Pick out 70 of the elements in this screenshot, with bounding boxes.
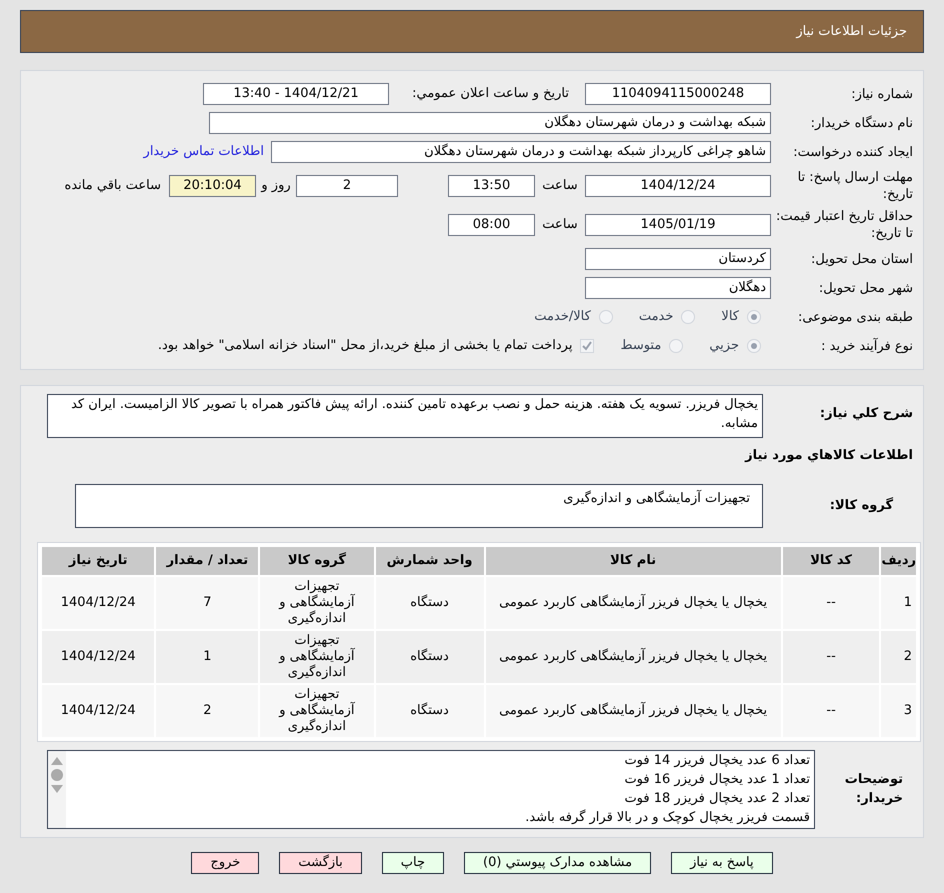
field-label: روز و [260, 177, 292, 196]
radio-button[interactable] [747, 339, 761, 353]
field-label: ساعت [541, 177, 579, 196]
column-header: کد کالا [782, 546, 880, 576]
text-field[interactable]: 08:00 [448, 214, 535, 236]
radio-label: کالا/خدمت [534, 308, 591, 326]
table-cell: 1404/12/24 [41, 684, 156, 738]
text-field[interactable]: شبکه بهداشت و درمان شهرستان دهگلان [209, 112, 771, 134]
field-label: نام دستگاه خريدار: [810, 114, 913, 132]
text-field[interactable]: شاهو چراغی کارپرداز شبکه بهداشت و درمان شهرستان دهگلان [271, 141, 771, 163]
field-label: شهر محل تحويل: [818, 280, 913, 296]
action-button[interactable]: چاپ [382, 852, 444, 874]
radio-label: خدمت [638, 308, 674, 326]
radio-label: متوسط [620, 337, 662, 356]
section-heading: اطلاعات کالاهاي مورد نياز [744, 447, 913, 465]
section-label: گروه کالا: [828, 496, 894, 515]
notes-textarea[interactable]: تعداد 6 عدد يخچال فريزر 14 فوت تعداد 1 عدد يخچال فريزر 16 فوت تعداد 2 عدد يخچال فريزر 18 فوت قسمت فريزر يخچال کوچک و در بالا قرار گرفه باشد. [47, 750, 815, 828]
section-label: توضيحات خريدار: [844, 771, 904, 808]
table-cell: -- [782, 684, 880, 738]
column-header: واحد شمارش [374, 546, 485, 576]
column-header: تاريخ نياز [41, 546, 156, 576]
radio-button[interactable] [681, 310, 696, 324]
table-cell: يخچال يا يخچال فريزر آزمايشگاهی کاربرد عمومی [484, 684, 782, 738]
text-field[interactable]: 1405/01/19 [585, 214, 771, 236]
goods-group-textarea[interactable]: تجهيزات آزمايشگاهی و اندازه‌گيری [75, 484, 763, 528]
checkbox[interactable] [580, 339, 594, 353]
table-cell: 2 [155, 684, 260, 738]
column-header: نام کالا [484, 546, 782, 576]
field-label: ايجاد کننده درخواست: [792, 144, 913, 160]
page-title: جزئيات اطلاعات نياز [796, 22, 907, 41]
text-field[interactable]: دهگلان [585, 277, 771, 299]
field-label: استان محل تحويل: [810, 250, 913, 268]
notes-text: تعداد 6 عدد يخچال فريزر 14 فوت تعداد 1 عدد يخچال فريزر 16 فوت تعداد 2 عدد يخچال فريزر 18 فوت قسمت فريزر يخچال کوچک و در بالا قرار گرفه باشد. [524, 752, 811, 826]
column-header: رديف [880, 546, 917, 576]
table-cell: 1 [880, 576, 917, 630]
scrollbar-icon[interactable] [48, 750, 66, 828]
field-label: شماره نياز: [850, 86, 913, 102]
radio-button[interactable] [747, 310, 761, 324]
table-cell: تجهيزات آزمايشگاهی و اندازه‌گيری [259, 684, 374, 738]
field-label: ساعت [541, 216, 579, 234]
text-field[interactable]: کردستان [585, 248, 771, 270]
text-field[interactable]: 1404/12/24 [585, 175, 771, 197]
field-label: نوع فرآيند خريد : [820, 338, 913, 354]
contact-link[interactable]: اطلاعات تماس خريدار [144, 142, 264, 162]
section-label: شرح کلي نياز: [818, 405, 913, 423]
radio-label: کالا [721, 308, 739, 326]
column-header: گروه کالا [259, 546, 374, 576]
field-label: حداقل تاريخ اعتبار قيمت: تا تاريخ: [774, 208, 913, 242]
field-label: ساعت باقي مانده [64, 177, 161, 196]
action-button[interactable]: مشاهده مدارک پيوستي (0) [464, 852, 652, 874]
radio-button[interactable] [598, 310, 613, 324]
text-field[interactable]: 2 [296, 175, 398, 197]
radio-label: جزيي [709, 337, 739, 356]
countdown-field[interactable]: 20:10:04 [169, 175, 256, 197]
description-textarea[interactable]: يخچال فريزر. تسويه يک هفته. هزينه حمل و نصب برعهده تامين کننده. ارائه پيش فاکتور همراه با تصوير کالا الزاميست. ايران کد مشابه. [47, 394, 763, 438]
action-button[interactable]: خروج [191, 852, 260, 874]
table-cell: 3 [880, 684, 917, 738]
text-field[interactable]: 1404/12/21 - 13:40 [203, 83, 389, 105]
radio-button[interactable] [669, 339, 684, 353]
text-field[interactable]: 13:50 [448, 175, 535, 197]
field-label: طبقه بندی موضوعی: [796, 308, 913, 326]
table-cell: دستگاه [374, 684, 485, 738]
action-button[interactable]: پاسخ به نياز [671, 852, 773, 874]
field-label: مهلت ارسال پاسخ: تا تاريخ: [796, 169, 913, 203]
column-header: تعداد / مقدار [155, 546, 260, 576]
field-label: تاريخ و ساعت اعلان عمومي: [411, 85, 569, 104]
table-cell: 2 [880, 630, 917, 684]
action-button[interactable]: بازگشت [279, 852, 362, 874]
checkbox-label: پرداخت تمام يا بخشی از مبلغ خريد،از محل "اسناد خزانه اسلامی" خواهد بود. [158, 337, 572, 356]
text-field[interactable]: 1104094115000248 [585, 83, 771, 105]
